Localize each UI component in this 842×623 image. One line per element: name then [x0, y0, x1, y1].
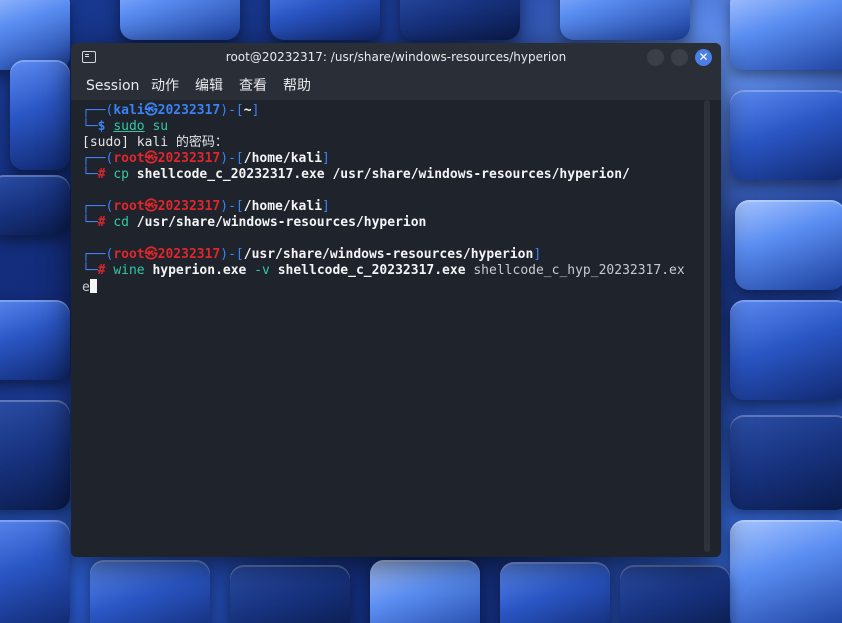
terminal-output[interactable]: ┌──(kali㉿20232317)-[~] └─$ sudo su [sudo…	[71, 100, 721, 557]
command-line: └─# cd /usr/share/windows-resources/hype…	[82, 215, 427, 230]
menu-help[interactable]: 帮助	[283, 72, 311, 100]
command-name: cd	[113, 215, 129, 230]
prompt-user: kali	[113, 103, 145, 118]
menu-bar: Session 动作 编辑 查看 帮助	[71, 72, 721, 100]
prompt-line: ┌──(root㉿20232317)-[/home/kali]	[82, 199, 330, 214]
close-button[interactable]: ✕	[695, 49, 712, 66]
sudo-prompt: [sudo] kali 的密码：	[82, 135, 228, 150]
command-args: su	[144, 119, 169, 134]
menu-view[interactable]: 查看	[239, 72, 267, 100]
command-line: └─# cp shellcode_c_20232317.exe /usr/sha…	[82, 167, 630, 182]
prompt-dir: /usr/share/windows-resources/hyperion	[243, 247, 534, 262]
menu-edit[interactable]: 编辑	[195, 72, 223, 100]
text-cursor	[89, 279, 97, 293]
prompt-line: ┌──(kali㉿20232317)-[~]	[82, 103, 260, 118]
prompt-user: root	[113, 151, 145, 166]
command-line-wrap: e	[82, 279, 97, 295]
command-name: cp	[113, 167, 129, 182]
prompt-host: 20232317	[157, 199, 221, 214]
scrollbar[interactable]	[704, 100, 710, 552]
prompt-line: ┌──(root㉿20232317)-[/usr/share/windows-r…	[82, 247, 542, 262]
maximize-button[interactable]	[671, 49, 688, 66]
prompt-host: 20232317	[157, 151, 221, 166]
prompt-host: 20232317	[157, 247, 221, 262]
prompt-dir: /home/kali	[243, 199, 323, 214]
command-line: └─# wine hyperion.exe -v shellcode_c_202…	[82, 263, 685, 278]
command-args: /usr/share/windows-resources/hyperion	[136, 215, 427, 230]
window-title: root@20232317: /usr/share/windows-resour…	[225, 50, 567, 64]
minimize-button[interactable]	[647, 49, 664, 66]
title-bar[interactable]: root@20232317: /usr/share/windows-resour…	[71, 43, 721, 72]
terminal-window: root@20232317: /usr/share/windows-resour…	[71, 43, 721, 557]
menu-session[interactable]: Session	[86, 72, 139, 100]
command-line: └─$ sudo su	[82, 119, 169, 134]
close-icon: ✕	[698, 50, 709, 64]
command-name: wine	[113, 263, 145, 278]
command-name: sudo	[113, 119, 145, 134]
prompt-dir: ~	[243, 103, 252, 118]
command-arg: shellcode_c_20232317.exe	[277, 263, 466, 278]
prompt-user: root	[113, 199, 145, 214]
command-arg: hyperion.exe	[152, 263, 247, 278]
prompt-dir: /home/kali	[243, 151, 323, 166]
command-args: shellcode_c_20232317.exe /usr/share/wind…	[136, 167, 630, 182]
prompt-host: 20232317	[157, 103, 221, 118]
prompt-user: root	[113, 247, 145, 262]
menu-actions[interactable]: 动作	[151, 72, 179, 100]
command-arg: shellcode_c_hyp_20232317.ex	[473, 263, 685, 278]
prompt-line: ┌──(root㉿20232317)-[/home/kali]	[82, 151, 330, 166]
command-flag: -v	[254, 263, 270, 278]
